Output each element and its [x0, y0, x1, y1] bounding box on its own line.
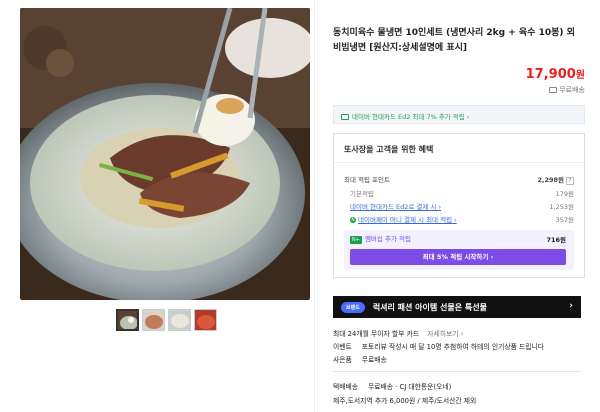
truck-icon: [549, 87, 558, 93]
points-row-value: 179원: [555, 190, 574, 198]
card-promo-text: 네이버 현대카드 Ed2 최대 7% 추가 적립 ›: [352, 113, 470, 121]
max-points-label: 최대 적립 포인트: [344, 176, 390, 184]
extra-fee-text: 제주,도서지역 추가 6,000원 / 제주/도서산간 제외: [333, 397, 477, 405]
delivery-text: 무료배송 · CJ 대한통운(오네): [368, 383, 452, 391]
points-row-npay[interactable]: N 네이버페이 머니 결제 시 최대 적립 › 357원: [350, 214, 574, 224]
delivery-row: 택배배송 무료배송 · CJ 대한통운(오네): [333, 381, 451, 391]
max-points-value: 2,298원: [537, 176, 564, 184]
gift-text: 무료배송: [361, 356, 387, 364]
membership-start-button[interactable]: 최대 5% 적립 시작하기 ›: [350, 249, 566, 265]
membership-value: 716원: [546, 235, 566, 244]
membership-row: N+ 멤버십 추가 적립 716원: [350, 233, 566, 244]
event-row: 이벤트 포토리뷰 작성시 매 달 10명 추첨하여 하테의 인기상품 드립니다: [333, 341, 544, 351]
product-title: 동치미육수 물냉면 10인세트 (냉면사리 2kg + 육수 10봉) 외 비빔…: [333, 28, 575, 53]
info-divider: [333, 371, 581, 372]
gift-key: 사은품: [333, 356, 352, 364]
points-row-label: 기본적립: [350, 190, 374, 198]
benefit-box: 또사장을 고객을 위한 혜택 최대 적립 포인트 2,298원? 기본적립 17…: [333, 133, 585, 278]
promo-text: 럭셔리 패션 아이템 선물은 특선물: [372, 302, 487, 312]
chevron-right-icon: ›: [569, 301, 573, 311]
thumbnail-2[interactable]: [142, 309, 165, 331]
column-divider: [314, 0, 315, 412]
shipping-info: 무료배송: [549, 85, 585, 95]
points-row-value: 1,253원: [549, 203, 574, 211]
gift-row: 사은품 무료배송: [333, 354, 387, 364]
membership-tag: N+: [350, 236, 362, 244]
max-points-row: 최대 적립 포인트 2,298원?: [344, 174, 574, 185]
event-key: 이벤트: [333, 343, 352, 351]
benefit-heading: 또사장을 고객을 위한 혜택: [344, 145, 434, 154]
points-row-label[interactable]: 네이버 현대카드 Ed2로 결제 시 ›: [350, 201, 441, 211]
installment-link[interactable]: 자세히보기 ›: [427, 330, 463, 338]
points-row-label[interactable]: 네이버페이 머니 결제 시 최대 적립 ›: [358, 216, 457, 224]
membership-label: 멤버십 추가 적립: [364, 235, 411, 243]
thumbnail-strip: [116, 309, 217, 331]
benefit-divider: [334, 162, 584, 163]
points-row-value: 357원: [555, 216, 574, 224]
installment-text: 최대 24개월 무이자 할부 카드: [333, 330, 420, 338]
installment-row: 최대 24개월 무이자 할부 카드 자세히보기 ›: [333, 328, 463, 338]
thumbnail-3[interactable]: [168, 309, 191, 331]
product-price: 17,900원: [525, 67, 585, 82]
card-promo-bar[interactable]: 네이버 현대카드 Ed2 최대 7% 추가 적립 ›: [333, 105, 585, 124]
thumbnail-4[interactable]: [194, 309, 217, 331]
shipping-label: 무료배송: [559, 86, 585, 94]
delivery-key: 택배배송: [333, 383, 359, 391]
points-row-card[interactable]: 네이버 현대카드 Ed2로 결제 시 › 1,253원: [350, 201, 574, 211]
help-icon[interactable]: ?: [566, 177, 574, 185]
npay-icon: N: [350, 217, 356, 223]
main-product-image[interactable]: [20, 8, 310, 300]
price-unit: 원: [575, 70, 585, 81]
points-row-basic: 기본적립 179원: [350, 188, 574, 198]
extra-fee-row: 제주,도서지역 추가 6,000원 / 제주/도서산간 제외: [333, 395, 476, 405]
product-page: 동치미육수 물냉면 10인세트 (냉면사리 2kg + 육수 10봉) 외 비빔…: [0, 0, 600, 412]
promo-banner[interactable]: 브랜드 럭셔리 패션 아이템 선물은 특선물 ›: [333, 296, 581, 318]
card-icon: [341, 114, 349, 120]
thumbnail-1[interactable]: [116, 309, 139, 331]
event-text: 포토리뷰 작성시 매 달 10명 추첨하여 하테의 인기상품 드립니다: [361, 343, 545, 351]
membership-box: N+ 멤버십 추가 적립 716원 최대 5% 적립 시작하기 ›: [344, 230, 574, 270]
promo-tag: 브랜드: [341, 301, 365, 313]
product-gallery: [0, 0, 310, 412]
